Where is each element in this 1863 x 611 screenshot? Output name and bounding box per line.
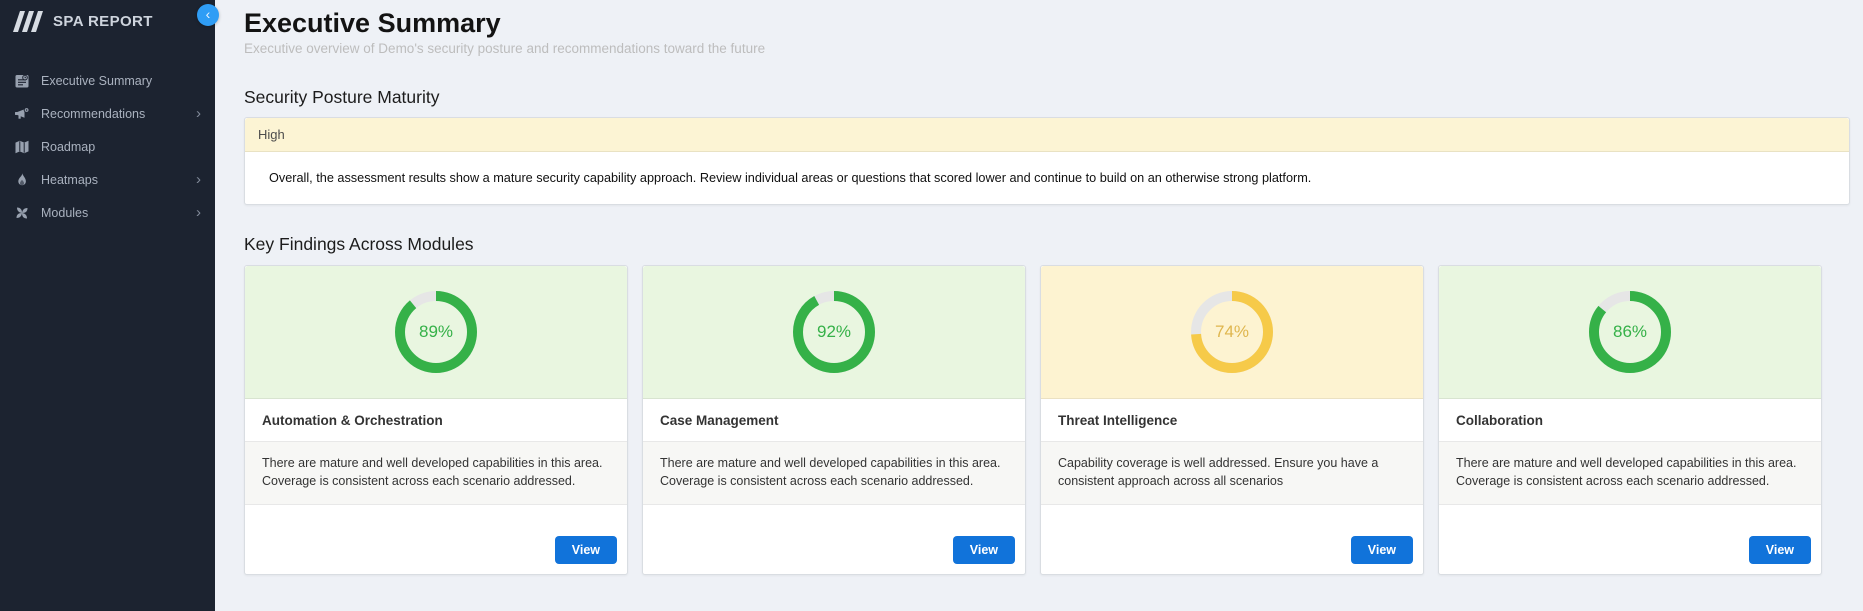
brand: SPA REPORT [0,0,215,40]
card-footer: View [245,526,627,574]
posture-section-heading: Security Posture Maturity [244,87,1850,108]
donut-percent-label: 74% [1190,290,1274,374]
card-hero: 86% [1439,266,1821,399]
card-hero: 89% [245,266,627,399]
bullhorn-icon [14,106,30,122]
sidebar-item-label: Recommendations [41,107,145,121]
card-hero: 74% [1041,266,1423,399]
page-subtitle: Executive overview of Demo's security po… [244,41,1850,56]
card-footer: View [643,526,1025,574]
sidebar: SPA REPORT Executive Summary Recommendat… [0,0,215,611]
card-description: There are mature and well developed capa… [245,442,627,505]
finding-card-case-management: 92% Case Management There are mature and… [642,265,1026,575]
view-button[interactable]: View [1749,536,1811,564]
sidebar-item-executive-summary[interactable]: Executive Summary [0,64,215,97]
sidebar-item-label: Roadmap [41,140,95,154]
finding-card-automation-orchestration: 89% Automation & Orchestration There are… [244,265,628,575]
donut-percent-label: 86% [1588,290,1672,374]
sidebar-item-heatmaps[interactable]: Heatmaps › [0,163,215,196]
posture-card: High Overall, the assessment results sho… [244,117,1850,205]
sidebar-item-label: Executive Summary [41,74,152,88]
map-icon [14,139,30,155]
card-hero: 92% [643,266,1025,399]
page-title: Executive Summary [244,7,1850,39]
card-title: Threat Intelligence [1041,399,1423,442]
card-footer: View [1041,526,1423,574]
donut-chart: 74% [1190,290,1274,374]
main-content: Executive Summary Executive overview of … [215,0,1863,611]
chevron-right-icon: › [196,172,201,187]
sidebar-menu: Executive Summary Recommendations › Road… [0,64,215,229]
sidebar-item-modules[interactable]: Modules › [0,196,215,229]
app-logo-icon [13,11,43,32]
chevron-left-icon: ‹ [206,7,211,21]
view-button[interactable]: View [1351,536,1413,564]
donut-chart: 86% [1588,290,1672,374]
view-button[interactable]: View [555,536,617,564]
donut-percent-label: 89% [394,290,478,374]
sidebar-item-recommendations[interactable]: Recommendations › [0,97,215,130]
finding-card-threat-intelligence: 74% Threat Intelligence Capability cover… [1040,265,1424,575]
card-description: There are mature and well developed capa… [643,442,1025,505]
chevron-right-icon: › [196,205,201,220]
posture-level-badge: High [245,118,1849,152]
card-footer: View [1439,526,1821,574]
report-icon [14,73,30,89]
donut-chart: 89% [394,290,478,374]
donut-chart: 92% [792,290,876,374]
findings-section-heading: Key Findings Across Modules [244,234,1850,255]
flame-icon [14,172,30,188]
brand-name: SPA REPORT [53,13,153,30]
donut-percent-label: 92% [792,290,876,374]
sidebar-item-label: Modules [41,206,88,220]
card-title: Automation & Orchestration [245,399,627,442]
modules-icon [14,205,30,221]
card-title: Case Management [643,399,1025,442]
sidebar-item-label: Heatmaps [41,173,98,187]
card-description: Capability coverage is well addressed. E… [1041,442,1423,505]
sidebar-item-roadmap[interactable]: Roadmap [0,130,215,163]
view-button[interactable]: View [953,536,1015,564]
chevron-right-icon: › [196,106,201,121]
sidebar-collapse-button[interactable]: ‹ [197,4,219,26]
finding-card-collaboration: 86% Collaboration There are mature and w… [1438,265,1822,575]
card-title: Collaboration [1439,399,1821,442]
posture-description: Overall, the assessment results show a m… [245,152,1849,204]
findings-cards-row: 89% Automation & Orchestration There are… [244,265,1850,575]
card-description: There are mature and well developed capa… [1439,442,1821,505]
